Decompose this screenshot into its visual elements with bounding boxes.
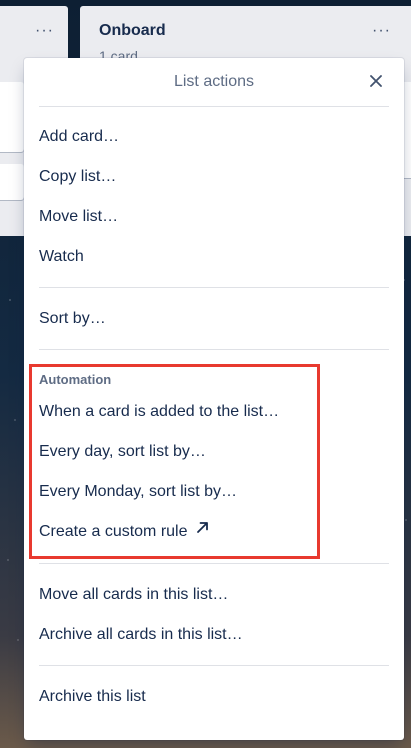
list-card[interactable] <box>0 164 24 200</box>
add-card-item[interactable]: Add card… <box>24 117 404 157</box>
sort-group: Sort by… <box>24 288 404 349</box>
bulk-actions-group: Move all cards in this list… Archive all… <box>24 564 404 665</box>
list-title[interactable]: Onboard <box>99 22 166 40</box>
list-menu-button[interactable]: ··· <box>372 22 391 40</box>
popover-title: List actions <box>173 73 255 90</box>
list-card[interactable] <box>0 82 24 152</box>
create-custom-rule-label: Create a custom rule <box>39 523 188 541</box>
create-custom-rule-item[interactable]: Create a custom rule <box>24 512 404 552</box>
popover-header: List actions <box>24 58 404 106</box>
list-actions-group: Add card… Copy list… Move list… Watch <box>24 107 404 287</box>
sort-by-item[interactable]: Sort by… <box>24 299 404 339</box>
automation-every-monday-item[interactable]: Every Monday, sort list by… <box>24 472 404 512</box>
archive-group: Archive this list <box>24 666 404 717</box>
automation-every-day-item[interactable]: Every day, sort list by… <box>24 432 404 472</box>
list-actions-popover: List actions Add card… Copy list… Move l… <box>24 58 404 740</box>
list-menu-button[interactable]: ··· <box>35 22 54 40</box>
automation-heading: Automation <box>39 372 112 387</box>
archive-list-item[interactable]: Archive this list <box>24 677 404 717</box>
watch-item[interactable]: Watch <box>24 237 404 277</box>
automation-card-added-item[interactable]: When a card is added to the list… <box>24 392 404 432</box>
automation-group: Automation When a card is added to the l… <box>24 350 404 563</box>
close-icon[interactable] <box>366 71 386 91</box>
arrow-up-right-icon <box>196 510 209 550</box>
move-all-cards-item[interactable]: Move all cards in this list… <box>24 575 404 615</box>
copy-list-item[interactable]: Copy list… <box>24 157 404 197</box>
archive-all-cards-item[interactable]: Archive all cards in this list… <box>24 615 404 655</box>
move-list-item[interactable]: Move list… <box>24 197 404 237</box>
